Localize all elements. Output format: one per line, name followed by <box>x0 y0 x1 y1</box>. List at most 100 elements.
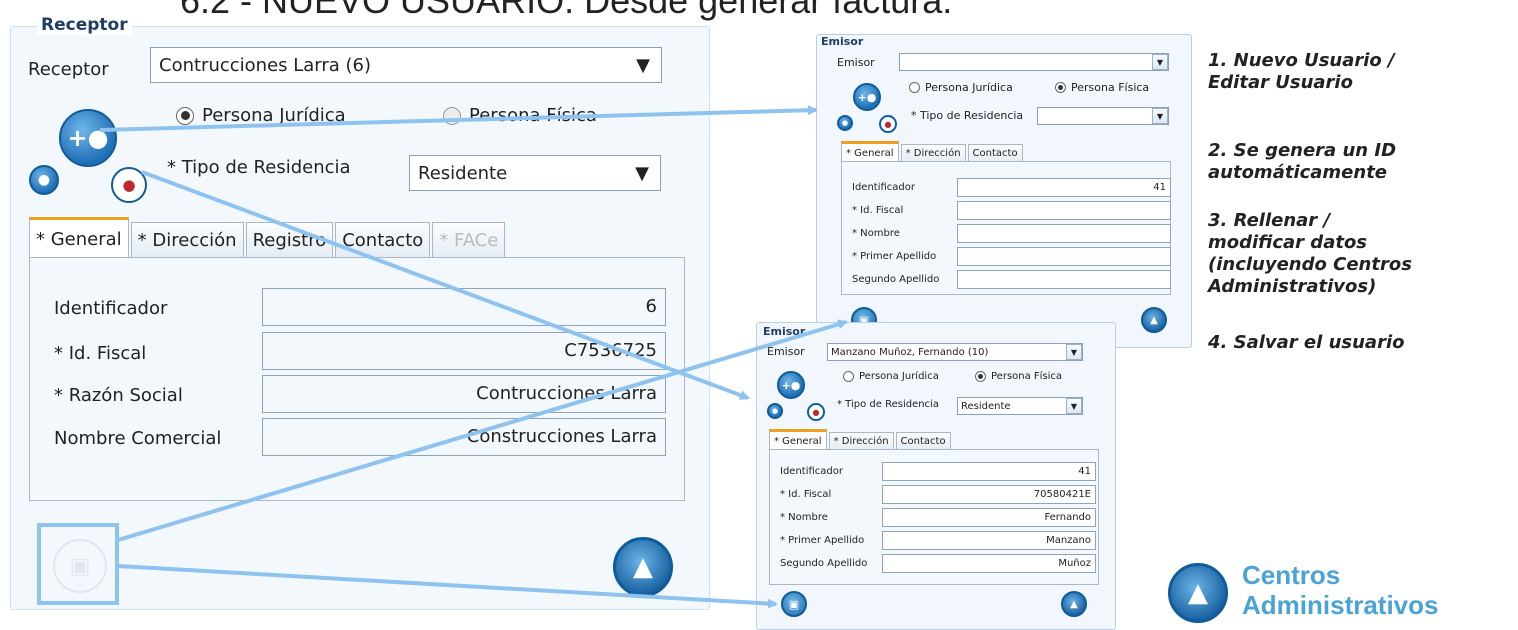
radio-persona-fisica[interactable]: Persona Física <box>1055 81 1149 94</box>
identificador-field[interactable]: 41 <box>882 462 1096 481</box>
id-fiscal-field[interactable]: C7536725 <box>262 332 666 370</box>
tab-contacto[interactable]: Contacto <box>895 432 951 450</box>
id-fiscal-field[interactable]: 70580421E <box>882 485 1096 504</box>
radio-persona-fisica[interactable]: Persona Física <box>443 105 597 126</box>
radio-fisica-label: Persona Física <box>1071 81 1150 94</box>
residencia-label: * Tipo de Residencia <box>167 157 351 178</box>
tab-contacto[interactable]: Contacto <box>967 144 1023 162</box>
field-label: * Nombre <box>780 512 828 523</box>
tab-content-general: Identificador 41 * Id. Fiscal 70580421E … <box>769 449 1099 585</box>
radio-unchecked-icon <box>909 82 920 93</box>
panel-title: Emisor <box>763 325 806 338</box>
receptor-select[interactable]: Contrucciones Larra (6) ▼ <box>150 47 662 83</box>
radio-persona-juridica[interactable]: Persona Jurídica <box>176 105 346 126</box>
identificador-field[interactable]: 41 <box>957 178 1171 197</box>
tab-general[interactable]: * General <box>29 217 129 258</box>
emisor-select[interactable]: Manzano Muñoz, Fernando (10) ▼ <box>827 343 1083 361</box>
residencia-select[interactable]: ▼ <box>1037 107 1169 125</box>
nombre-field[interactable] <box>957 224 1171 243</box>
instruction-line: Editar Usuario <box>1208 72 1353 93</box>
identificador-field[interactable]: 6 <box>262 288 666 326</box>
chevron-down-icon[interactable]: ▼ <box>1066 344 1082 360</box>
instruction-3: 3. Rellenar / modificar datos (incluyend… <box>1208 210 1412 298</box>
field-label: * Id. Fiscal <box>780 489 832 500</box>
field-label: Identificador <box>852 182 915 193</box>
centros-administrativos-icon[interactable]: ▲ <box>613 537 673 597</box>
tab-direccion[interactable]: * Dirección <box>828 432 894 450</box>
instruction-2: 2. Se genera un ID automáticamente <box>1208 140 1396 184</box>
centros-line: Centros <box>1242 560 1341 590</box>
nombre-comercial-field[interactable]: Construcciones Larra <box>262 418 666 456</box>
chevron-down-icon[interactable]: ▼ <box>1152 108 1168 124</box>
instruction-line: Administrativos) <box>1208 276 1377 297</box>
tab-bar: * General * Dirección Contacto <box>841 141 1025 162</box>
radio-fisica-label: Persona Física <box>469 105 597 126</box>
tab-contacto[interactable]: Contacto <box>335 222 431 258</box>
centros-administrativos-label: Centros Administrativos <box>1242 560 1439 620</box>
emisor-panel-filled: Emisor Emisor Manzano Muñoz, Fernando (1… <box>756 322 1116 630</box>
residencia-select-value: Residente <box>961 400 1011 412</box>
residencia-select[interactable]: Residente ▼ <box>409 155 661 191</box>
nombre-field[interactable]: Fernando <box>882 508 1096 527</box>
segundo-apellido-field[interactable] <box>957 270 1171 289</box>
tab-general[interactable]: * General <box>769 429 827 450</box>
field-label: * Primer Apellido <box>780 535 865 546</box>
add-user-icon[interactable]: +● <box>777 371 805 399</box>
radio-juridica-label: Persona Jurídica <box>859 371 939 382</box>
user-group-icon[interactable]: ● <box>111 167 147 203</box>
chevron-down-icon[interactable]: ▼ <box>1066 398 1082 414</box>
save-icon[interactable]: ▣ <box>781 591 807 617</box>
radio-persona-fisica[interactable]: Persona Física <box>975 371 1062 382</box>
tab-content-general: Identificador 41 * Id. Fiscal * Nombre *… <box>841 161 1171 295</box>
primer-apellido-field[interactable] <box>957 247 1171 266</box>
residencia-select-value: Residente <box>418 162 508 184</box>
user-group-icon[interactable]: ● <box>807 403 825 421</box>
edit-user-icon[interactable]: ● <box>29 165 59 195</box>
radio-unchecked-icon <box>843 371 854 382</box>
instruction-1: 1. Nuevo Usuario / Editar Usuario <box>1208 50 1395 94</box>
user-group-icon[interactable]: ● <box>879 115 897 133</box>
centros-administrativos-icon[interactable]: ▲ <box>1061 591 1087 617</box>
razon-social-field[interactable]: Contrucciones Larra <box>262 375 666 413</box>
centros-administrativos-icon[interactable]: ▲ <box>1141 307 1167 333</box>
radio-persona-juridica[interactable]: Persona Jurídica <box>843 371 939 382</box>
tab-general[interactable]: * General <box>841 141 899 162</box>
chevron-down-icon[interactable]: ▼ <box>1152 54 1168 70</box>
instruction-line: 4. Salvar el usuario <box>1208 332 1405 353</box>
chevron-down-icon[interactable]: ▼ <box>625 48 661 82</box>
radio-checked-icon <box>975 371 986 382</box>
instruction-line: modificar datos <box>1208 232 1368 253</box>
instruction-line: (incluyendo Centros <box>1208 254 1412 275</box>
slide-title: 6.2 - NUEVO USUARIO. Desde generar factu… <box>180 0 953 21</box>
tab-registro[interactable]: Registro <box>245 222 334 258</box>
tab-content-general: Identificador 6 * Id. Fiscal C7536725 * … <box>29 257 685 501</box>
receptor-panel: Receptor Receptor Contrucciones Larra (6… <box>10 15 710 610</box>
edit-user-icon[interactable]: ● <box>767 403 783 419</box>
emisor-panel-empty: Emisor Emisor ▼ Persona Jurídica Persona… <box>816 34 1192 348</box>
tab-face[interactable]: * FACe <box>432 222 506 258</box>
tab-direccion[interactable]: * Dirección <box>130 222 244 258</box>
radio-fisica-label: Persona Física <box>991 371 1063 382</box>
id-fiscal-field[interactable] <box>957 201 1171 220</box>
add-user-icon[interactable]: +● <box>853 83 881 111</box>
panel-title: Receptor <box>37 15 132 35</box>
chevron-down-icon[interactable]: ▼ <box>624 156 660 190</box>
tab-bar: * General * Dirección Contacto <box>769 429 953 450</box>
radio-persona-juridica[interactable]: Persona Jurídica <box>909 81 1013 94</box>
primer-apellido-field[interactable]: Manzano <box>882 531 1096 550</box>
residencia-select[interactable]: Residente ▼ <box>957 397 1083 415</box>
add-user-icon[interactable]: +● <box>59 109 117 167</box>
emisor-select[interactable]: ▼ <box>899 53 1169 71</box>
instruction-line: 2. Se genera un ID <box>1208 140 1397 161</box>
save-button-highlight[interactable]: ▣ <box>37 523 119 605</box>
edit-user-icon[interactable]: ● <box>837 115 853 131</box>
emisor-label: Emisor <box>767 345 805 358</box>
segundo-apellido-field[interactable]: Muñoz <box>882 554 1096 573</box>
field-label: * Nombre <box>852 228 900 239</box>
receptor-label: Receptor <box>28 59 109 80</box>
tab-bar: * General * Dirección Registro Contacto … <box>29 217 507 258</box>
radio-juridica-label: Persona Jurídica <box>202 105 346 126</box>
field-label: Identificador <box>780 466 843 477</box>
tab-direccion[interactable]: * Dirección <box>900 144 966 162</box>
instruction-line: automáticamente <box>1208 162 1388 183</box>
